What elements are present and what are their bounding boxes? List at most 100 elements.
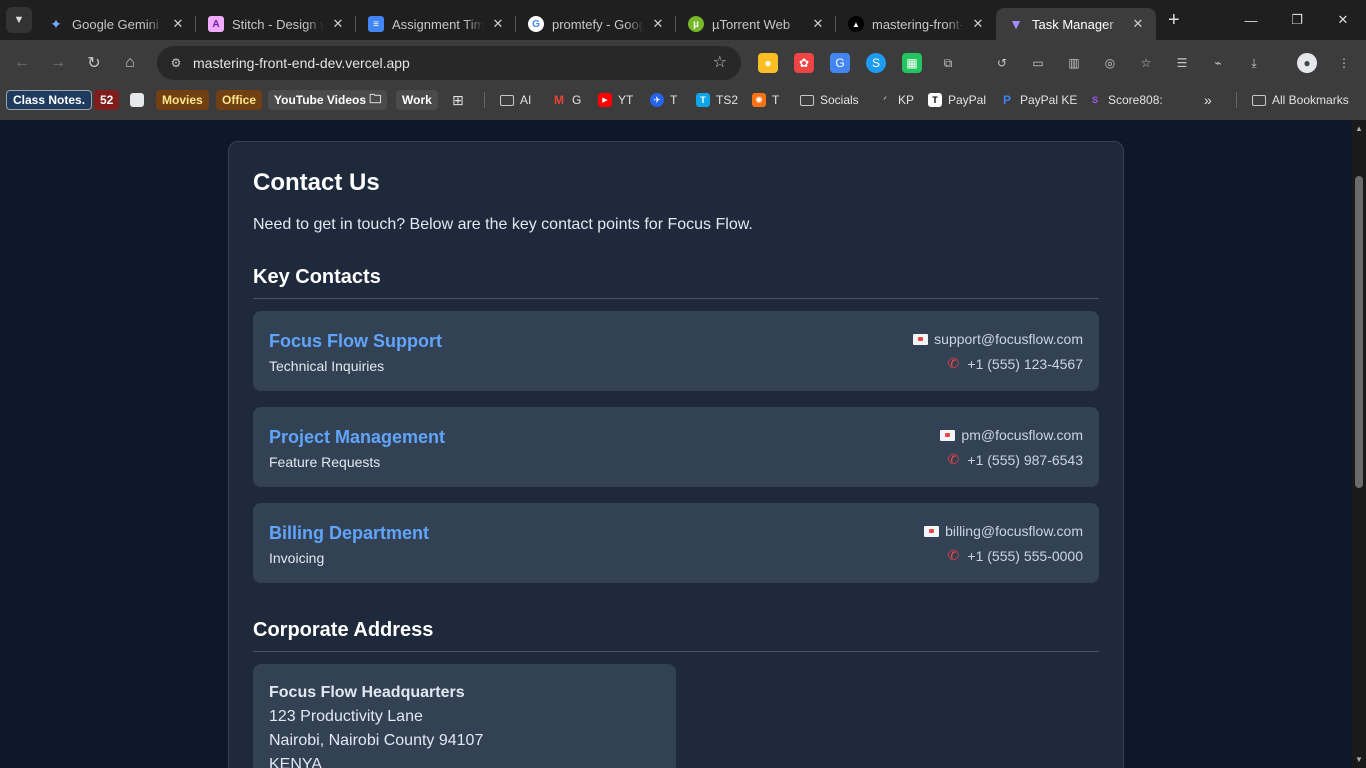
tab-title: mastering-front-end-dev bbox=[872, 16, 964, 32]
close-icon[interactable]: ✕ bbox=[330, 16, 346, 32]
bookmark-paypal[interactable]: T PayPal bbox=[928, 90, 986, 110]
google-icon: G bbox=[528, 16, 544, 32]
bookmark-label: YouTube Videos bbox=[274, 93, 367, 107]
docs-icon: ≡ bbox=[368, 16, 384, 32]
contact-dept: Technical Inquiries bbox=[269, 358, 385, 374]
extension-shazam-icon[interactable]: S bbox=[866, 53, 886, 73]
contact-phone[interactable]: ✆ +1 (555) 987-6543 bbox=[945, 451, 1083, 468]
sun-icon: ✺ bbox=[752, 93, 766, 107]
forward-button[interactable]: → bbox=[44, 49, 72, 77]
address-street: 123 Productivity Lane bbox=[269, 708, 423, 725]
bookmark-youtube-videos[interactable]: YouTube Videos 🗀 bbox=[268, 90, 388, 110]
tab-search-button[interactable]: ▼ bbox=[6, 7, 32, 33]
menu-kebab-icon[interactable]: ⋮ bbox=[1334, 53, 1354, 73]
kp-icon: ᐟ bbox=[883, 94, 887, 105]
close-icon[interactable]: ✕ bbox=[490, 16, 506, 32]
scroll-up-icon[interactable]: ▲ bbox=[1355, 124, 1363, 133]
bookmark-gmail[interactable]: MG bbox=[552, 90, 581, 110]
extension-grid-icon[interactable]: ▦ bbox=[902, 53, 922, 73]
profile-avatar[interactable]: ● bbox=[1297, 53, 1317, 73]
tab-assignment-timeline[interactable]: ≡ Assignment Timeline ✕ bbox=[356, 8, 516, 40]
tab-title: µTorrent Web bbox=[712, 16, 791, 32]
email-text: pm@focusflow.com bbox=[961, 427, 1083, 443]
extension-keep-icon[interactable]: ● bbox=[758, 53, 778, 73]
bookmark-label: PayPal KE bbox=[1020, 93, 1078, 107]
bookmark-yt[interactable]: ▶ YT bbox=[598, 90, 633, 110]
incognito-icon[interactable]: ◎ bbox=[1100, 53, 1120, 73]
t-logo-icon: T bbox=[928, 93, 942, 107]
contact-email[interactable]: support@focusflow.com bbox=[913, 331, 1083, 347]
reload-button[interactable]: ↻ bbox=[80, 49, 108, 77]
extension-translate-icon[interactable]: G bbox=[830, 53, 850, 73]
tab-google-search[interactable]: G promtefy - Google Search ✕ bbox=[516, 8, 676, 40]
contact-email[interactable]: billing@focusflow.com bbox=[924, 523, 1083, 539]
bookmark-t2[interactable]: ✺ T bbox=[752, 90, 779, 110]
contact-name: Focus Flow Support bbox=[269, 331, 442, 351]
page-scrollbar[interactable]: ▲ ▼ bbox=[1352, 120, 1366, 768]
cast-icon[interactable]: ⌁ bbox=[1208, 53, 1228, 73]
restore-button[interactable]: ❐ bbox=[1274, 0, 1320, 40]
bookmark-label: All Bookmarks bbox=[1272, 93, 1349, 107]
bookmark-ts2[interactable]: T TS2 bbox=[696, 90, 738, 110]
bookmark-t1[interactable]: ✈ T bbox=[650, 90, 677, 110]
close-icon[interactable]: ✕ bbox=[810, 16, 826, 32]
minimize-button[interactable]: — bbox=[1228, 0, 1274, 40]
close-window-button[interactable]: ✕ bbox=[1320, 0, 1366, 40]
tab-task-manager[interactable]: ▼ Task Manager ✕ bbox=[996, 8, 1156, 40]
new-tab-button[interactable]: + bbox=[1168, 9, 1180, 32]
bookmark-score808[interactable]: S Score808: bbox=[1088, 90, 1163, 110]
folder-icon bbox=[800, 94, 814, 106]
download-icon[interactable]: ⤓ bbox=[1244, 53, 1264, 73]
address-bar[interactable]: ⚙ mastering-front-end-dev.vercel.app ☆ bbox=[157, 46, 741, 80]
bookmark-all[interactable]: All Bookmarks bbox=[1252, 90, 1349, 110]
contact-item: Billing Department Invoicing billing@foc… bbox=[253, 503, 1099, 583]
contact-name: Project Management bbox=[269, 427, 446, 447]
history-icon[interactable]: ↺ bbox=[992, 53, 1012, 73]
contact-email[interactable]: pm@focusflow.com bbox=[940, 427, 1083, 443]
bookmark-class-notes[interactable]: Class Notes. bbox=[6, 90, 93, 110]
devices-icon[interactable]: ▭ bbox=[1028, 53, 1048, 73]
tab-mastering-front-end[interactable]: ▲ mastering-front-end-dev ✕ bbox=[836, 8, 996, 40]
extension-red-icon[interactable]: ✿ bbox=[794, 53, 814, 73]
folder-icon: 🗀 bbox=[369, 91, 382, 106]
close-icon[interactable]: ✕ bbox=[1130, 16, 1146, 32]
tab-google-gemini[interactable]: ✦ Google Gemini ✕ bbox=[36, 8, 196, 40]
key-contacts-heading: Key Contacts bbox=[253, 266, 381, 288]
bookmark-label: Score808: bbox=[1108, 93, 1163, 107]
bookmark-work[interactable]: Work bbox=[396, 90, 438, 110]
extensions-puzzle-icon[interactable]: ⧉ bbox=[938, 53, 958, 73]
close-icon[interactable]: ✕ bbox=[170, 16, 186, 32]
tab-strip: ▼ ✦ Google Gemini ✕ A Stitch - Design wi… bbox=[0, 0, 1366, 40]
scroll-down-icon[interactable]: ▼ bbox=[1355, 755, 1363, 764]
scrollbar-thumb[interactable] bbox=[1355, 176, 1363, 488]
bookmark-52[interactable]: 52 bbox=[94, 90, 120, 110]
sidebar-icon[interactable]: ▥ bbox=[1064, 53, 1084, 73]
contact-phone[interactable]: ✆ +1 (555) 123-4567 bbox=[945, 355, 1083, 372]
address-city: Nairobi, Nairobi County 94107 bbox=[269, 732, 484, 749]
close-icon[interactable]: ✕ bbox=[650, 16, 666, 32]
tab-title: promtefy - Google Search bbox=[552, 16, 644, 32]
bookmark-ai[interactable]: AI bbox=[500, 90, 531, 110]
home-icon: ⌂ bbox=[125, 54, 135, 71]
gemini-icon: ✦ bbox=[50, 15, 62, 32]
site-info-icon[interactable]: ⚙ bbox=[165, 52, 187, 74]
bookmark-kp[interactable]: ᐟ KP bbox=[878, 90, 914, 110]
back-button[interactable]: ← bbox=[8, 49, 36, 77]
home-button[interactable]: ⌂ bbox=[116, 49, 144, 77]
contact-phone[interactable]: ✆ +1 (555) 555-0000 bbox=[945, 547, 1083, 564]
tab-utorrent[interactable]: µ µTorrent Web ✕ bbox=[676, 8, 836, 40]
bookmark-office[interactable]: Office bbox=[216, 90, 263, 110]
bookmark-movies[interactable]: Movies bbox=[156, 90, 209, 110]
reading-list-icon[interactable]: ☰ bbox=[1172, 53, 1192, 73]
tab-stitch[interactable]: A Stitch - Design with AI ✕ bbox=[196, 8, 356, 40]
bookmark-paypal-ke[interactable]: P PayPal KE bbox=[1000, 90, 1077, 110]
more-bookmarks-icon[interactable]: » bbox=[1204, 90, 1212, 110]
bookmark-socials[interactable]: Socials bbox=[800, 90, 859, 110]
bookmark-star-icon[interactable]: ☆ bbox=[713, 52, 727, 72]
favorites-icon[interactable]: ☆ bbox=[1136, 53, 1156, 73]
bookmark-blank[interactable] bbox=[130, 90, 150, 110]
bookmarks-bar: Class Notes. 52 Movies Office YouTube Vi… bbox=[0, 86, 1366, 114]
bookmark-label: PayPal bbox=[948, 93, 987, 107]
close-icon[interactable]: ✕ bbox=[970, 16, 986, 32]
apps-grid-icon[interactable]: ⊞ bbox=[452, 90, 464, 110]
